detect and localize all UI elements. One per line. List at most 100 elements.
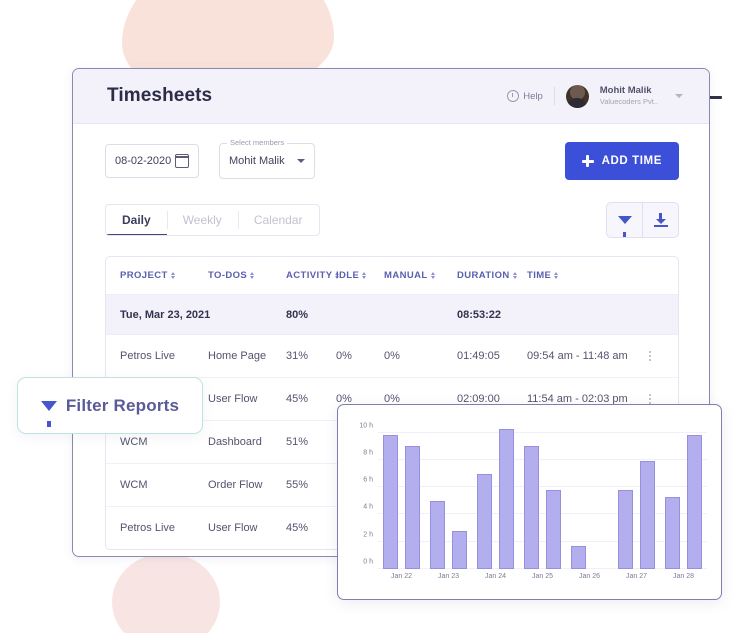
- chevron-down-icon: [297, 159, 305, 163]
- chart-bar[interactable]: [618, 489, 633, 569]
- chart-x-tick-label: Jan 28: [672, 573, 695, 580]
- cell-activity: 31%: [286, 350, 309, 362]
- table-summary-row: Tue, Mar 23, 2021 80% 08:53:22: [106, 295, 678, 335]
- clock-icon: [507, 90, 520, 102]
- calendar-icon: [174, 154, 190, 168]
- chart-bar[interactable]: [640, 461, 655, 569]
- chart-y-tick-label: 8 h: [363, 449, 373, 457]
- chart-bar[interactable]: [499, 428, 514, 569]
- add-time-button[interactable]: ADD TIME: [564, 142, 679, 180]
- chart-bar-group: [618, 419, 655, 569]
- row-menu-button[interactable]: [639, 393, 661, 405]
- chevron-down-icon[interactable]: [675, 94, 683, 98]
- chart-x-tick-label: Jan 24: [484, 573, 507, 580]
- chart-bar[interactable]: [383, 435, 398, 569]
- controls-row: 08-02-2020 Select members Mohit Malik AD…: [105, 138, 679, 180]
- member-select[interactable]: Select members Mohit Malik: [219, 138, 315, 179]
- chart-inner: 0 h2 h4 h6 h8 h 10 h Jan 22 Jan 23 Jan 24 Ja…: [348, 415, 709, 591]
- summary-activity: 80%: [286, 308, 309, 321]
- chart-bar[interactable]: [687, 435, 702, 569]
- chart-y-tick-label: 10 h: [359, 422, 373, 430]
- cell-todos: Home Page: [208, 350, 267, 362]
- download-icon: [653, 213, 668, 227]
- avatar: [565, 84, 589, 108]
- chart-bar-group: [383, 419, 420, 569]
- chart-bar[interactable]: [452, 530, 467, 569]
- summary-date: Tue, Mar 23, 2021: [120, 308, 211, 321]
- toolbar-icon-buttons: [606, 202, 679, 238]
- screenshot-stage: Timesheets Help Mohit Malik Valuecoders …: [0, 0, 750, 633]
- column-header-idle[interactable]: IDLE: [336, 270, 384, 281]
- chart-bar[interactable]: [430, 500, 445, 569]
- cell-todos: User Flow: [208, 522, 258, 534]
- page-title: Timesheets: [107, 85, 213, 106]
- user-info[interactable]: Mohit Malik Valuecoders Pvt..: [600, 85, 658, 106]
- column-header-project[interactable]: PROJECT: [106, 270, 208, 281]
- cell-project: WCM: [120, 436, 148, 448]
- cell-activity: 51%: [286, 436, 309, 448]
- more-options-icon: [648, 393, 652, 405]
- chart-y-tick-label: 6 h: [363, 476, 373, 484]
- filter-icon: [40, 400, 57, 427]
- filter-button[interactable]: [607, 203, 642, 237]
- cell-todos: User Flow: [208, 393, 258, 405]
- chart-bar-group: [665, 419, 702, 569]
- header-divider: [553, 87, 555, 105]
- chart-bar[interactable]: [405, 446, 420, 569]
- date-picker[interactable]: 08-02-2020: [105, 144, 199, 178]
- chart-y-tick-label: 0 h: [363, 558, 373, 566]
- cell-manual: 0%: [384, 350, 400, 362]
- chart-x-tick-label: Jan 25: [531, 573, 554, 580]
- decorative-blob-bottom: [112, 553, 220, 633]
- chart-bar[interactable]: [665, 496, 680, 569]
- tab-weekly[interactable]: Weekly: [166, 205, 238, 235]
- cell-activity: 45%: [286, 522, 309, 534]
- row-menu-button[interactable]: [639, 350, 661, 362]
- chart-x-axis: Jan 22 Jan 23 Jan 24 Jan 25 Jan 26 Jan 27 Jan …: [378, 573, 707, 587]
- member-select-legend: Select members: [227, 138, 288, 147]
- chart-bar[interactable]: [571, 545, 586, 569]
- header-right-group: Help Mohit Malik Valuecoders Pvt..: [507, 84, 683, 108]
- sort-icon: [362, 271, 367, 280]
- cell-time: 09:54 am - 11:48 am: [527, 350, 628, 362]
- user-name: Mohit Malik: [599, 85, 652, 97]
- window-header: Timesheets Help Mohit Malik Valuecoders …: [73, 69, 709, 124]
- date-value: 08-02-2020: [115, 155, 172, 167]
- column-header-todos[interactable]: TO-DOS: [208, 270, 286, 281]
- sort-icon: [250, 271, 255, 280]
- tab-calendar[interactable]: Calendar: [237, 205, 319, 235]
- cell-project: WCM: [120, 479, 148, 491]
- filter-reports-label: Filter Reports: [65, 395, 180, 415]
- chart-bar[interactable]: [524, 446, 539, 569]
- help-button[interactable]: Help: [507, 90, 543, 102]
- column-header-manual[interactable]: MANUAL: [384, 270, 457, 281]
- chart-x-tick-label: Jan 26: [578, 573, 601, 580]
- tabs-row: Daily Weekly Calendar: [105, 202, 679, 238]
- chart-y-tick-label: 4 h: [363, 503, 373, 511]
- chart-x-tick-label: Jan 22: [390, 573, 413, 580]
- cell-idle: 0%: [336, 350, 352, 362]
- chart-bars: [378, 419, 707, 569]
- chart-bar-group: [430, 419, 467, 569]
- tab-daily[interactable]: Daily: [106, 205, 167, 235]
- cell-todos: Dashboard: [208, 436, 262, 448]
- column-header-activity[interactable]: ACTIVITY: [286, 270, 340, 281]
- cell-activity: 45%: [286, 393, 309, 405]
- table-row[interactable]: Petros Live Home Page 31% 0% 0% 01:49:05…: [106, 335, 678, 378]
- member-select-value: Mohit Malik: [229, 155, 285, 167]
- download-button[interactable]: [642, 203, 678, 237]
- sort-icon: [512, 271, 517, 280]
- chart-y-tick-label: 2 h: [363, 531, 373, 539]
- chart-plot-area: 0 h 2 h 4 h 6 h 8 h 10 h: [359, 419, 707, 569]
- filter-reports-callout[interactable]: Filter Reports: [17, 377, 203, 434]
- hours-bar-chart-card: 0 h2 h4 h6 h8 h 10 h Jan 22 Jan 23 Jan 24 Ja…: [337, 404, 722, 600]
- view-tabs: Daily Weekly Calendar: [105, 204, 320, 236]
- column-header-time[interactable]: TIME: [527, 270, 639, 281]
- column-header-duration[interactable]: DURATION: [457, 270, 527, 281]
- user-org: Valuecoders Pvt..: [599, 97, 658, 107]
- chart-bar[interactable]: [546, 489, 561, 569]
- chart-bar-group: [524, 419, 561, 569]
- add-time-label: ADD TIME: [601, 155, 662, 167]
- chart-bar[interactable]: [477, 473, 492, 569]
- chart-x-tick-label: Jan 27: [625, 573, 648, 580]
